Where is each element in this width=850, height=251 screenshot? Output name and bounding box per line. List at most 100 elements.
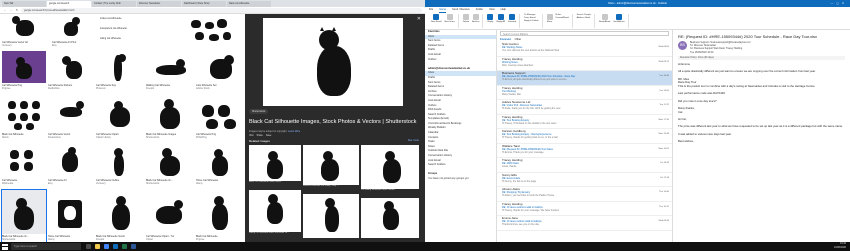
quick-step-item[interactable]: To Manager bbox=[524, 14, 539, 16]
file-explorer-icon[interactable] bbox=[95, 244, 100, 249]
image-result-purple[interactable] bbox=[2, 51, 46, 83]
image-result[interactable]: Walking Cat Silhouette Freepik bbox=[146, 51, 194, 91]
message-item[interactable]: Wallace Tarot RE: (Request ID: #HRE-15509… bbox=[497, 144, 672, 158]
message-item[interactable]: Alisons Alaire RE: Shopping Trip Enquiry H… bbox=[497, 187, 672, 202]
forward-arrow-icon[interactable]: → bbox=[9, 8, 13, 12]
browser-tab[interactable]: Contact | The Lucky Club bbox=[92, 1, 136, 7]
quick-step-item[interactable]: Team Email bbox=[524, 17, 539, 19]
delete-button[interactable]: Delete bbox=[463, 14, 469, 23]
image-result[interactable]: Cat Silhouette Clipart - Tur Clipart bbox=[146, 190, 194, 242]
message-item[interactable]: Emma Jane RE: 10 races outdoor walk to Ga… bbox=[497, 216, 672, 231]
quick-step-item[interactable]: Reply & Delete bbox=[524, 20, 539, 22]
forward-button[interactable]: Forward bbox=[508, 14, 516, 23]
folder-item[interactable]: You have not joined any groups yet bbox=[425, 177, 496, 182]
image-result[interactable]: Cat Silhouette Png PNGWing bbox=[196, 95, 244, 140]
image-result[interactable]: Cat Silhouette Art Print Etsy bbox=[52, 14, 92, 48]
browser-tab[interactable]: Discover Newsletter bbox=[137, 1, 181, 7]
preview-image[interactable] bbox=[263, 18, 403, 106]
system-tray[interactable]: 16:42 16/06/2020 bbox=[834, 242, 846, 251]
save-button[interactable]: Save bbox=[266, 134, 271, 137]
image-result[interactable]: Cat Silhouette Wikimedia bbox=[2, 144, 46, 186]
source-badge[interactable]: Shutterstock bbox=[249, 109, 269, 114]
address-book-button[interactable]: Address Book bbox=[577, 17, 591, 19]
menu-send-receive[interactable]: Send / Receive bbox=[452, 7, 470, 13]
share-button[interactable]: Share bbox=[256, 134, 262, 137]
image-result[interactable]: Home Cat Silhouette Alamy bbox=[48, 190, 94, 242]
related-search-caption[interactable]: transparent cat silhouette bbox=[100, 27, 145, 34]
image-result-selected[interactable]: Black Cat Silhouette Im... Shutterstock bbox=[1, 189, 47, 242]
message-item[interactable]: Sunny Ellis RE: Event tickets Hi Sunny, th… bbox=[497, 173, 672, 187]
related-image[interactable]: Black Cat Silhouette Stock Illustr... bbox=[249, 145, 301, 187]
rules-button[interactable]: Rules bbox=[556, 14, 569, 16]
preview-title[interactable]: Black Cat Silhouette Images, Stock Photo… bbox=[249, 119, 419, 125]
image-result[interactable]: Black Cat Silhouette Images Shutterstock bbox=[146, 95, 194, 140]
related-search-caption[interactable]: sitting cat silhouette bbox=[100, 37, 145, 44]
move-button[interactable]: Move bbox=[546, 14, 553, 23]
message-item[interactable]: Business Support RE: (Request ID: #HRE-15… bbox=[497, 71, 672, 86]
close-icon[interactable]: ✕ bbox=[417, 16, 421, 22]
image-result[interactable]: transparent cat silhouette sitting cat s… bbox=[100, 14, 145, 48]
back-arrow-icon[interactable]: ← bbox=[3, 8, 7, 12]
image-result[interactable]: Cat Silhouette Vector Art Vecteezy bbox=[2, 14, 50, 48]
reply-button[interactable]: Reply bbox=[487, 14, 494, 23]
archive-button[interactable]: Archive bbox=[472, 14, 479, 23]
related-image[interactable] bbox=[361, 198, 419, 238]
message-item[interactable]: Tracey Harding RE: 10 races outdoors walk… bbox=[497, 202, 672, 216]
message-item[interactable]: Tracey Harding RE: Tour Booking Enquiry Hi… bbox=[497, 115, 672, 129]
image-result[interactable]: Cat Silhouette Clipart Clipart Library bbox=[96, 95, 144, 140]
menu-home[interactable]: Home bbox=[439, 7, 447, 13]
visit-button[interactable]: Visit bbox=[249, 134, 253, 137]
menu-view[interactable]: View bbox=[489, 7, 495, 13]
avatar[interactable]: BS bbox=[678, 41, 687, 50]
image-result[interactable]: Black Cat Silhouette Vector Freepik bbox=[96, 190, 144, 242]
image-result[interactable] bbox=[147, 14, 243, 48]
window-controls[interactable]: —▢✕ bbox=[831, 0, 847, 7]
address-bar[interactable]: google.com/search?q=cat+silhouette&tbm=i… bbox=[21, 7, 422, 13]
taskbar-search[interactable]: Type here to search bbox=[11, 243, 81, 250]
browser-tab[interactable]: New Tab bbox=[2, 1, 46, 7]
read-aloud-button[interactable]: Read Aloud bbox=[599, 14, 610, 23]
browser-tab[interactable]: Dashboard | Race Shop bbox=[182, 1, 226, 7]
chrome-icon[interactable] bbox=[104, 244, 109, 249]
menu-file[interactable]: File bbox=[429, 7, 433, 13]
message-item[interactable]: Karsten Goldberg RE: Tour Booking Enquiry… bbox=[497, 129, 672, 144]
image-result[interactable]: Black Cat Silhouette Im... Shutterstock bbox=[146, 144, 194, 186]
browser-tab-active[interactable]: google.com/search bbox=[47, 1, 91, 7]
menu-folder[interactable]: Folder bbox=[476, 7, 483, 13]
image-result[interactable]: Cat Silhouette Art Etsy bbox=[48, 144, 94, 186]
search-people-field[interactable]: Search People bbox=[577, 14, 591, 16]
unread-read-button[interactable]: Unread/Read bbox=[556, 17, 569, 19]
message-item[interactable]: Tracey Harding Working Notes Nick, meeting… bbox=[497, 57, 672, 71]
image-result[interactable]: Cat Silhouette Stickers Redbubble bbox=[48, 51, 94, 91]
reply-all-button[interactable]: Reply All bbox=[496, 14, 505, 23]
image-result[interactable]: Cat Silhouette Vector Dreamstime bbox=[48, 95, 94, 140]
related-image[interactable] bbox=[303, 194, 359, 238]
image-result[interactable]: Cat Silhouette Outline Vecteezy bbox=[96, 144, 144, 186]
word-icon[interactable] bbox=[131, 244, 136, 249]
related-image[interactable]: Sitting cat silhouette black and white' … bbox=[249, 190, 301, 238]
message-item[interactable]: Tracey Harding Tour Booking Many thanks, M… bbox=[497, 86, 672, 100]
learn-more-link[interactable]: Learn More bbox=[288, 130, 300, 133]
windows-start-icon[interactable] bbox=[2, 243, 8, 250]
related-image[interactable]: Cat Sitting Silhouette Stock Vector... bbox=[361, 145, 419, 195]
image-result[interactable]: Black Cat Silhouette iStock bbox=[2, 95, 46, 140]
message-item[interactable]: Nick Gordon RE: Working Notes Yes, let's d… bbox=[497, 42, 672, 57]
reload-icon[interactable]: ↻ bbox=[15, 8, 19, 12]
see-more-link[interactable]: See more bbox=[408, 139, 419, 142]
image-result[interactable]: Cat Silhouette Svg Pinterest bbox=[96, 51, 144, 91]
new-items-button[interactable]: New Items bbox=[444, 14, 455, 23]
search-input[interactable]: Search Current Mailbox bbox=[500, 31, 669, 36]
image-result[interactable]: Home Cat Silhouette Alamy bbox=[196, 144, 244, 186]
related-image[interactable]: isolated silhouette cat sitting - Buy T.… bbox=[303, 145, 359, 191]
message-item[interactable]: Tracey Harding RE: 2020 Dates Great, thank… bbox=[497, 158, 672, 173]
image-result[interactable]: Cats Silhouette Set Adobe Stock bbox=[196, 51, 244, 91]
menu-help[interactable]: Help bbox=[501, 7, 506, 13]
message-item[interactable]: Adeles Newsome Ltd RE: Visitor Poll - Dis… bbox=[497, 100, 672, 115]
excel-icon[interactable] bbox=[122, 244, 127, 249]
new-email-button[interactable]: New Email bbox=[431, 14, 441, 23]
image-result[interactable]: Black Cat Silhouette Pngtree bbox=[196, 190, 244, 242]
browser-tab[interactable]: black cat silhouette bbox=[227, 1, 271, 7]
get-addins-button[interactable]: Get Add-ins bbox=[613, 14, 625, 23]
task-view-icon[interactable] bbox=[86, 244, 91, 249]
outlook-icon[interactable] bbox=[113, 244, 118, 249]
